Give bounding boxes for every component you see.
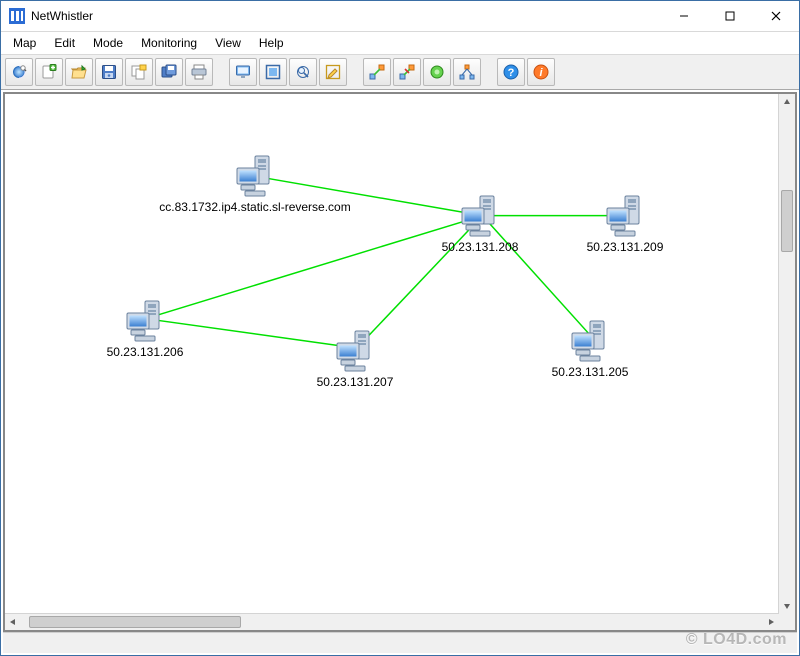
computer-icon	[333, 329, 377, 373]
tile-icon	[265, 64, 281, 80]
node-label: 50.23.131.208	[442, 240, 519, 254]
network-node[interactable]: 50.23.131.207	[275, 329, 435, 389]
find-button[interactable]	[289, 58, 317, 86]
node-label: cc.83.1732.ip4.static.sl-reverse.com	[159, 200, 350, 214]
menu-monitoring[interactable]: Monitoring	[133, 34, 205, 52]
app-icon	[9, 8, 25, 24]
computer-icon	[568, 319, 612, 363]
network-node[interactable]: 50.23.131.206	[65, 299, 225, 359]
link-add-button[interactable]	[363, 58, 391, 86]
help-icon: ?	[503, 64, 519, 80]
node-label: 50.23.131.209	[587, 240, 664, 254]
titlebar: NetWhistler	[1, 1, 799, 32]
print-icon	[191, 64, 207, 80]
network-node[interactable]: 50.23.131.205	[510, 319, 670, 379]
topology-button[interactable]	[453, 58, 481, 86]
node-label: 50.23.131.205	[552, 365, 629, 379]
svg-text:?: ?	[508, 67, 515, 79]
computer-icon	[458, 194, 502, 238]
menu-edit[interactable]: Edit	[46, 34, 83, 52]
link-remove-button[interactable]	[393, 58, 421, 86]
close-button[interactable]	[753, 1, 799, 31]
computer-icon	[603, 194, 647, 238]
watermark: © LO4D.com	[686, 631, 787, 649]
menu-mode[interactable]: Mode	[85, 34, 131, 52]
menu-map[interactable]: Map	[5, 34, 44, 52]
maximize-button[interactable]	[707, 1, 753, 31]
open-map-icon	[71, 64, 87, 80]
link-add-icon	[369, 64, 385, 80]
vertical-scroll-track[interactable]	[779, 110, 795, 598]
print-button[interactable]	[185, 58, 213, 86]
save-button[interactable]	[95, 58, 123, 86]
start-monitor-button[interactable]	[423, 58, 451, 86]
link-remove-icon	[399, 64, 415, 80]
scroll-up-button[interactable]	[779, 94, 795, 110]
new-map-icon	[41, 64, 57, 80]
info-icon: i	[533, 64, 549, 80]
node-label: 50.23.131.206	[107, 345, 184, 359]
edit-note-icon	[325, 64, 341, 80]
save-all-button[interactable]	[155, 58, 183, 86]
menubar: MapEditModeMonitoringViewHelp	[1, 32, 799, 54]
vertical-scroll-thumb[interactable]	[781, 190, 793, 252]
network-node[interactable]: 50.23.131.209	[545, 194, 705, 254]
open-map-button[interactable]	[65, 58, 93, 86]
horizontal-scroll-track[interactable]	[21, 614, 763, 630]
minimize-button[interactable]	[661, 1, 707, 31]
menu-help[interactable]: Help	[251, 34, 292, 52]
copy-icon	[131, 64, 147, 80]
computer-icon	[233, 154, 277, 198]
menu-view[interactable]: View	[207, 34, 249, 52]
topology-icon	[459, 64, 475, 80]
node-label: 50.23.131.207	[317, 375, 394, 389]
toolbar: ?i	[1, 54, 799, 90]
vertical-scrollbar[interactable]	[778, 94, 795, 614]
scroll-corner	[779, 614, 795, 630]
discover-button[interactable]	[5, 58, 33, 86]
network-map-canvas[interactable]: cc.83.1732.ip4.static.sl-reverse.com 50.…	[5, 94, 779, 614]
help-button[interactable]: ?	[497, 58, 525, 86]
scroll-left-button[interactable]	[5, 614, 21, 630]
computer-icon	[123, 299, 167, 343]
save-icon	[101, 64, 117, 80]
app-window: NetWhistler MapEditModeMonitoringViewHel…	[0, 0, 800, 656]
horizontal-scrollbar[interactable]	[5, 613, 779, 630]
network-node[interactable]: 50.23.131.208	[400, 194, 560, 254]
app-title: NetWhistler	[31, 9, 93, 23]
new-map-button[interactable]	[35, 58, 63, 86]
window-controls	[661, 1, 799, 31]
copy-button[interactable]	[125, 58, 153, 86]
canvas-area: cc.83.1732.ip4.static.sl-reverse.com 50.…	[3, 92, 797, 632]
discover-icon	[11, 64, 27, 80]
scroll-down-button[interactable]	[779, 598, 795, 614]
network-node[interactable]: cc.83.1732.ip4.static.sl-reverse.com	[175, 154, 335, 214]
info-button[interactable]: i	[527, 58, 555, 86]
tile-button[interactable]	[259, 58, 287, 86]
statusbar	[3, 632, 797, 653]
horizontal-scroll-thumb[interactable]	[29, 616, 241, 628]
edit-note-button[interactable]	[319, 58, 347, 86]
monitor-button[interactable]	[229, 58, 257, 86]
find-icon	[295, 64, 311, 80]
save-all-icon	[161, 64, 177, 80]
monitor-icon	[235, 64, 251, 80]
scroll-right-button[interactable]	[763, 614, 779, 630]
start-monitor-icon	[429, 64, 445, 80]
